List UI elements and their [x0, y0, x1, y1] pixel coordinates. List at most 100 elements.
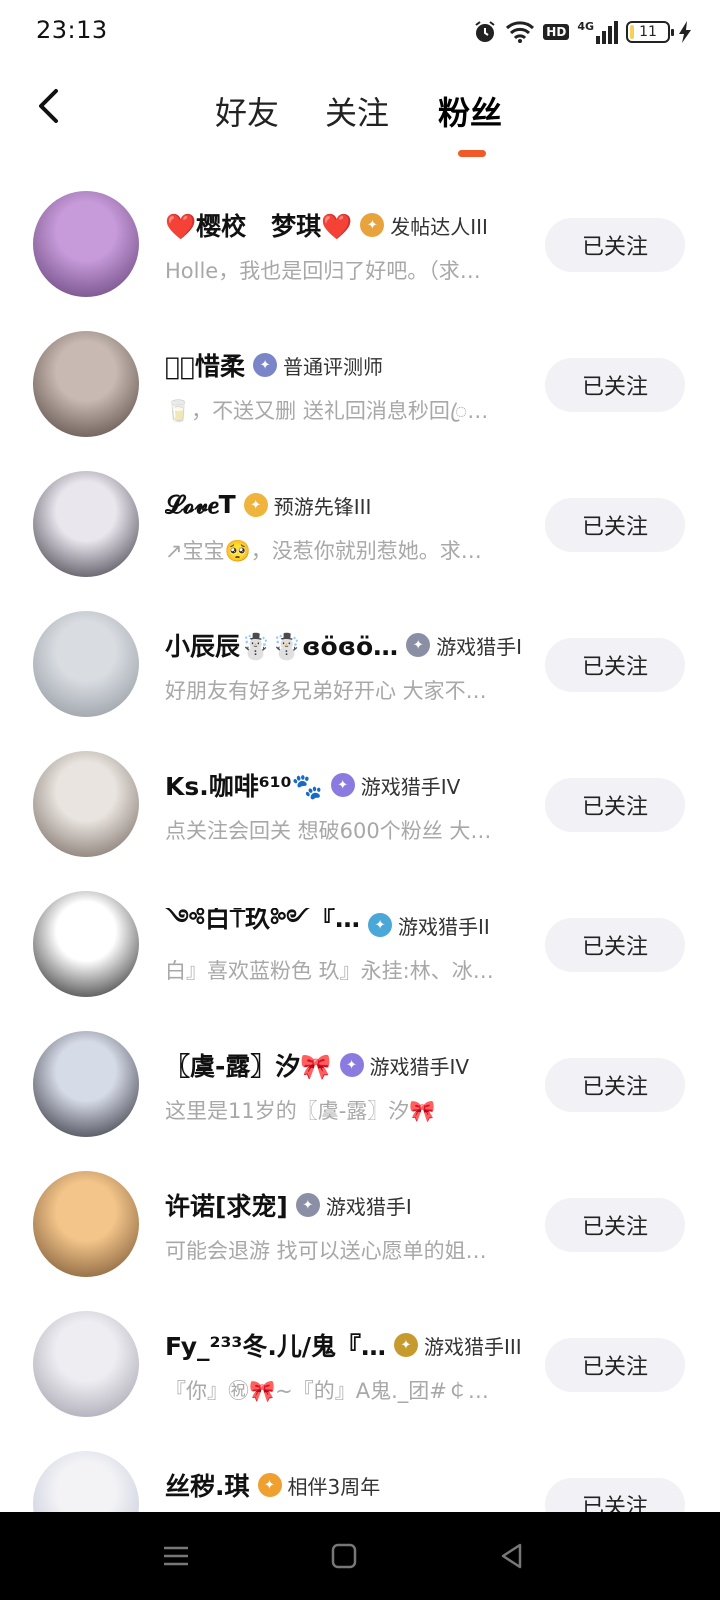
avatar[interactable] [33, 1031, 139, 1137]
follower-bio: 好朋友有好多兄弟好开心 大家不… [165, 679, 487, 703]
follower-name: 许诺[求宠] [165, 1192, 288, 1221]
avatar[interactable] [33, 191, 139, 297]
follower-bio: 这里是11岁的〖虞-露〗汐🎀 [165, 1099, 436, 1123]
name-line: ༺白⍑玖༻『… ✦ 游戏猎手II [165, 908, 535, 942]
status-icons: HD 4G 11 [473, 18, 692, 46]
follower-row[interactable]: Fy_²³³冬.儿/鬼『… ✦ 游戏猎手III 『你』㊗🎀~『的』A鬼._团#￠… 已关… [0, 1296, 720, 1436]
name-line: 许诺[求宠] ✦ 游戏猎手I [165, 1188, 535, 1222]
follower-row[interactable]: 〖虞-露〗汐🎀 ✦ 游戏猎手IV 这里是11岁的〖虞-露〗汐🎀 已关注 [0, 1016, 720, 1156]
follower-row[interactable]: 小辰辰☃️☃️ɞöɞö… ✦ 游戏猎手I 好朋友有好多兄弟好开心 大家不… 已关注 [0, 596, 720, 736]
avatar[interactable] [33, 611, 139, 717]
badge-label: 游戏猎手I [436, 634, 523, 659]
wifi-icon [506, 21, 535, 43]
avatar[interactable] [33, 751, 139, 857]
follower-row[interactable]: Ks.咖啡⁶¹⁰🐾 ✦ 游戏猎手IV 点关注会回关 想破600个粉丝 大… 已关注 [0, 736, 720, 876]
level-badge: ✦ 游戏猎手I [295, 1191, 412, 1220]
name-line: 𝓜ꦿ惜柔 ✦ 普通评测师 [165, 348, 535, 382]
level-badge: ✦ 游戏猎手I [406, 631, 522, 660]
badge-label: 游戏猎手I [325, 1194, 412, 1219]
follower-name: Fy_²³³冬.儿/鬼『… [165, 1332, 386, 1361]
name-line: 〖虞-露〗汐🎀 ✦ 游戏猎手IV [165, 1048, 535, 1082]
home-icon[interactable] [328, 1540, 360, 1572]
follower-row[interactable]: 许诺[求宠] ✦ 游戏猎手I 可能会退游 找可以送心愿单的姐… 已关注 [0, 1156, 720, 1296]
badge-label: 预游先锋III [273, 494, 372, 519]
follower-name: ❤️樱校 梦琪❤️ [165, 212, 353, 241]
name-line: 丝秽.琪 ✦ 相伴3周年 [165, 1468, 535, 1502]
follower-row[interactable]: 𝓜ꦿ惜柔 ✦ 普通评测师 🥛，不送又删 送礼回消息秒回ꦿ… 已关注 [0, 316, 720, 456]
system-nav-bar [0, 1512, 720, 1600]
badge-label: 普通评测师 [283, 354, 384, 379]
battery-icon: 11 [626, 21, 674, 43]
badge-icon: ✦ [406, 633, 431, 657]
follower-row[interactable]: ❤️樱校 梦琪❤️ ✦ 发帖达人III Holle，我也是回归了好吧。（求… 已关注 [0, 176, 720, 316]
follower-bio: 白』喜欢蓝粉色 玖』永挂:林、冰… [165, 959, 494, 983]
hd-icon: HD [543, 24, 570, 40]
followed-button[interactable]: 已关注 [545, 1198, 685, 1252]
badge-icon: ✦ [393, 1333, 418, 1357]
avatar[interactable] [33, 1171, 139, 1277]
level-badge: ✦ 游戏猎手IV [339, 1051, 470, 1080]
level-badge: ✦ 游戏猎手III [393, 1331, 522, 1360]
follower-name: 𝓜ꦿ惜柔 [165, 352, 246, 381]
level-badge: ✦ 游戏猎手IV [330, 771, 461, 800]
avatar[interactable] [33, 891, 139, 997]
badge-icon: ✦ [339, 1053, 364, 1077]
follower-row[interactable]: ༺白⍑玖༻『… ✦ 游戏猎手II 白』喜欢蓝粉色 玖』永挂:林、冰… 已关注 [0, 876, 720, 1016]
top-nav: 好友 关注 粉丝 [0, 72, 720, 162]
follower-list: ❤️樱校 梦琪❤️ ✦ 发帖达人III Holle，我也是回归了好吧。（求… 已关注 𝓜ꦿ… [0, 176, 720, 1576]
badge-icon: ✦ [360, 213, 385, 237]
followed-button[interactable]: 已关注 [545, 778, 685, 832]
name-line: 𝓛𝓸𝓿𝒆T ✦ 预游先锋III [165, 488, 535, 522]
follower-bio: 可能会退游 找可以送心愿单的姐… [165, 1239, 487, 1263]
tab-friends[interactable]: 好友 [215, 88, 279, 134]
badge-icon: ✦ [253, 353, 278, 377]
level-badge: ✦ 游戏猎手II [368, 911, 490, 940]
name-line: 小辰辰☃️☃️ɞöɞö… ✦ 游戏猎手I [165, 628, 535, 662]
badge-label: 发帖达人III [390, 214, 488, 239]
badge-icon: ✦ [295, 1193, 320, 1217]
badge-icon: ✦ [330, 773, 355, 797]
followed-button[interactable]: 已关注 [545, 498, 685, 552]
badge-label: 相伴3周年 [287, 1474, 381, 1499]
badge-icon: ✦ [368, 913, 393, 937]
name-line: Fy_²³³冬.儿/鬼『… ✦ 游戏猎手III [165, 1328, 535, 1362]
badge-label: 游戏猎手IV [360, 774, 461, 799]
back-button[interactable] [28, 86, 68, 126]
avatar[interactable] [33, 471, 139, 577]
network-type-label: 4G [577, 20, 594, 33]
follower-name: 〖虞-露〗汐🎀 [165, 1052, 332, 1081]
level-badge: ✦ 发帖达人III [360, 211, 488, 240]
name-line: ❤️樱校 梦琪❤️ ✦ 发帖达人III [165, 208, 535, 242]
avatar[interactable] [33, 1311, 139, 1417]
menu-icon[interactable] [160, 1540, 192, 1572]
followed-button[interactable]: 已关注 [545, 358, 685, 412]
follower-name: ༺白⍑玖༻『… [165, 908, 361, 933]
follower-name: Ks.咖啡⁶¹⁰🐾 [165, 772, 323, 801]
level-badge: ✦ 预游先锋III [243, 491, 372, 520]
active-tab-indicator [458, 150, 486, 157]
followed-button[interactable]: 已关注 [545, 1058, 685, 1112]
status-bar: 23:13 HD 4G 11 [0, 0, 720, 64]
follower-row[interactable]: 𝓛𝓸𝓿𝒆T ✦ 预游先锋III ↗宝宝🥺，没惹你就别惹她。求… 已关注 [0, 456, 720, 596]
battery-level: 11 [639, 24, 657, 40]
level-badge: ✦ 普通评测师 [253, 351, 383, 380]
follower-name: 𝓛𝓸𝓿𝒆T [165, 490, 236, 519]
name-line: Ks.咖啡⁶¹⁰🐾 ✦ 游戏猎手IV [165, 768, 535, 802]
tab-followers[interactable]: 粉丝 [438, 88, 502, 134]
badge-label: 游戏猎手III [423, 1334, 522, 1359]
badge-icon: ✦ [243, 493, 268, 517]
tab-following[interactable]: 关注 [325, 88, 389, 134]
badge-label: 游戏猎手IV [369, 1054, 470, 1079]
signal-icon: 4G [577, 20, 618, 44]
level-badge: ✦ 相伴3周年 [257, 1471, 381, 1500]
followed-button[interactable]: 已关注 [545, 218, 685, 272]
status-time: 23:13 [36, 16, 108, 44]
followed-button[interactable]: 已关注 [545, 1338, 685, 1392]
badge-label: 游戏猎手II [398, 914, 490, 939]
back-icon[interactable] [496, 1540, 528, 1572]
follower-bio: 点关注会回关 想破600个粉丝 大… [165, 819, 492, 843]
followed-button[interactable]: 已关注 [545, 638, 685, 692]
follower-bio: 『你』㊗🎀~『的』A鬼._团#￠… [165, 1379, 489, 1403]
followed-button[interactable]: 已关注 [545, 918, 685, 972]
avatar[interactable] [33, 331, 139, 437]
